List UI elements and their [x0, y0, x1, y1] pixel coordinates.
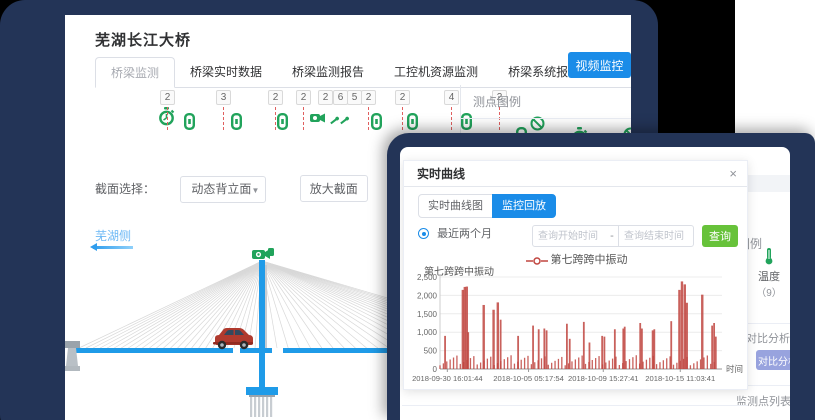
chain-icon[interactable] [231, 113, 242, 135]
query-controls-row: 最近两个月 - 查询 [418, 225, 738, 247]
legend-text: 第七跨跨中振动 [551, 254, 628, 266]
video-monitor-button[interactable]: 视频监控 [568, 52, 631, 78]
wrench-icon[interactable] [338, 114, 350, 132]
legend-marker-icon [526, 256, 548, 266]
temperature-count: （9） [752, 284, 786, 299]
chain-icon[interactable] [407, 113, 418, 135]
bridge-side-label: 芜湖侧 [95, 227, 131, 244]
chevron-down-icon: ▼ [251, 178, 259, 203]
dialog-header: 实时曲线 × [404, 161, 747, 187]
svg-text:2018-09-30 16:01:44: 2018-09-30 16:01:44 [412, 374, 483, 383]
dashed-leader-line [451, 107, 452, 130]
svg-text:500: 500 [424, 347, 438, 356]
dashed-leader-line [223, 107, 224, 130]
point-list-title: 监测点列表 [736, 393, 790, 409]
dashed-leader-line [402, 107, 403, 130]
sensor-count-badge[interactable]: 5 [347, 90, 362, 105]
dialog-tab-0[interactable]: 实时曲线图 [418, 194, 493, 218]
dialog-tab-group: 实时曲线图监控回放 [418, 194, 556, 218]
sensor-count-badge[interactable]: 6 [333, 90, 348, 105]
dashed-leader-line [303, 107, 304, 130]
divider [402, 405, 748, 406]
radio-last-two-months[interactable] [418, 228, 429, 239]
dialog-title: 实时曲线 [417, 167, 465, 181]
svg-text:2018-10-05 05:17:54: 2018-10-05 05:17:54 [493, 374, 564, 383]
bridge-deck [75, 348, 233, 353]
dashed-leader-line [368, 107, 369, 130]
camera-icon[interactable] [310, 111, 325, 129]
svg-text:2,500: 2,500 [417, 273, 438, 282]
sensor-count-badge[interactable]: 2 [160, 90, 175, 105]
sensor-count-badge[interactable]: 3 [216, 90, 231, 105]
query-button[interactable]: 查询 [702, 225, 738, 247]
temperature-label: 温度 [752, 268, 786, 284]
svg-text:1,500: 1,500 [417, 310, 438, 319]
left-pier [65, 341, 80, 371]
legend-panel-title: 测点图例 [461, 85, 631, 119]
svg-text:2018-10-15 11:03:41: 2018-10-15 11:03:41 [645, 374, 715, 383]
background-window [735, 0, 815, 150]
main-tab-2[interactable]: 桥梁监测报告 [277, 57, 379, 88]
query-end-time-input[interactable] [618, 225, 694, 247]
sensor-count-badge[interactable]: 4 [444, 90, 459, 105]
sensor-count-badge[interactable]: 2 [268, 90, 283, 105]
chain-icon[interactable] [184, 113, 195, 135]
svg-text:2018-10-09 15:27:41: 2018-10-09 15:27:41 [568, 374, 639, 383]
enlarge-section-button[interactable]: 放大截面 [300, 175, 368, 202]
main-tabbar: 桥梁监测桥梁实时数据桥梁监测报告工控机资源监测桥梁系统报警 [95, 57, 631, 88]
svg-text:时间: 时间 [726, 364, 743, 374]
dashed-leader-line [167, 107, 168, 130]
sensor-count-badge[interactable]: 2 [318, 90, 333, 105]
dialog-tab-1[interactable]: 监控回放 [492, 194, 556, 218]
temperature-sensor-item[interactable]: 温度 （9） [752, 247, 786, 299]
side-panel-header-band [741, 175, 790, 192]
close-icon[interactable]: × [729, 161, 737, 187]
camera-icon[interactable] [252, 248, 274, 259]
section-select-label: 截面选择： [95, 175, 155, 203]
svg-text:2,000: 2,000 [417, 291, 438, 300]
compare-section-title: 对比分析 [746, 330, 790, 346]
sensor-count-badge[interactable]: 2 [361, 90, 376, 105]
dashed-leader-line [275, 107, 276, 130]
front-window-frame: 测点图例 温度 （9） 对比分析 对比分析 监测点列表 实时曲线 × 实时曲线图… [387, 133, 815, 420]
section-select[interactable]: 动态背立面 ▼ [180, 176, 266, 203]
section-selector-row: 截面选择： 动态背立面 ▼ 放大截面 [95, 175, 368, 203]
page-title: 芜湖长江大桥 [95, 29, 191, 50]
main-tab-3[interactable]: 工控机资源监测 [379, 57, 493, 88]
car [213, 328, 253, 349]
date-range-separator: - [605, 225, 619, 247]
front-page: 测点图例 温度 （9） 对比分析 对比分析 监测点列表 实时曲线 × 实时曲线图… [400, 147, 790, 420]
sensor-count-badge[interactable]: 2 [395, 90, 410, 105]
main-tab-0[interactable]: 桥梁监测 [95, 57, 175, 88]
vibration-chart: 0 500 1,000 1,500 2,000 2,500 2018-09-30 16:01… [410, 273, 744, 392]
compare-analysis-button[interactable]: 对比分析 [756, 350, 790, 370]
radio-label: 最近两个月 [437, 228, 492, 240]
sensor-count-badge[interactable]: 2 [296, 90, 311, 105]
query-start-time-input[interactable] [532, 225, 606, 247]
chain-icon[interactable] [277, 113, 288, 135]
realtime-curve-dialog: 实时曲线 × 实时曲线图监控回放 最近两个月 - 查询 第七跨跨中振动 第七跨跨 [403, 160, 748, 390]
svg-text:1,000: 1,000 [417, 328, 438, 337]
section-select-value: 动态背立面 [191, 182, 251, 196]
chain-icon[interactable] [371, 113, 382, 135]
svg-text:0: 0 [433, 365, 438, 374]
thermometer-icon [764, 256, 774, 268]
main-tab-1[interactable]: 桥梁实时数据 [175, 57, 277, 88]
